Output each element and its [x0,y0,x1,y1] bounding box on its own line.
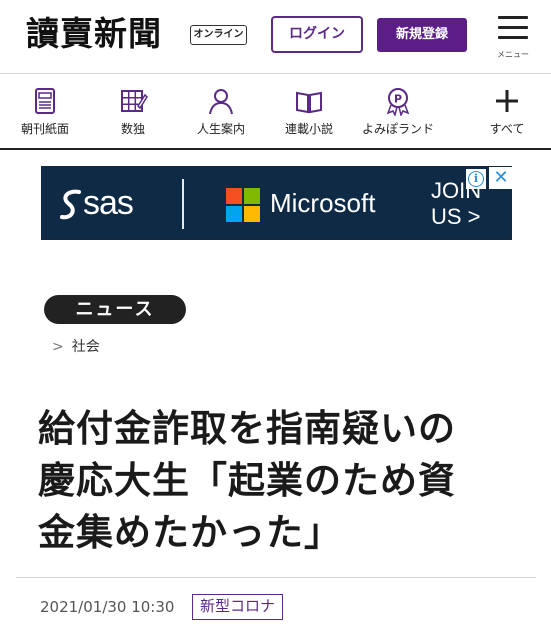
ad-brand-sas: sas [83,184,134,222]
topic-tag[interactable]: 新型コロナ [192,594,284,620]
sas-swirl-logo [60,189,81,220]
hamburger-icon-bar [498,26,528,29]
nav-item-sudoku[interactable]: 数独 [96,75,170,148]
menu-label: メニュー [497,50,529,59]
nav-item-morning-paper[interactable]: 朝刊紙面 [8,75,82,148]
ad-cta-line2: US > [431,204,481,229]
nav-item-all[interactable]: すべて [470,75,544,148]
newspaper-icon [35,88,55,114]
breadcrumb-separator: > [52,339,64,355]
close-icon: ✕ [493,167,509,188]
register-button[interactable]: 新規登録 [377,18,467,52]
hamburger-icon-bar [498,36,528,39]
book-icon [296,91,322,114]
headline-line: 給付金詐取を指南疑いの [38,407,456,450]
breadcrumb: > 社会 [52,336,100,356]
headline-line: 慶応大生「起業のため資 [38,459,456,502]
category-nav: 朝刊紙面 数独 人生案内 連載小説 P よみぽランド すべて [0,75,551,150]
category-label[interactable]: ニュース [44,295,186,324]
ad-info-button[interactable]: i [466,169,486,189]
info-icon: i [468,171,484,187]
login-button[interactable]: ログイン [271,16,363,53]
online-badge: オンライン [190,25,247,45]
site-header: 讀賣新聞 オンライン ログイン 新規登録 メニュー [0,0,551,74]
svg-text:P: P [394,93,402,106]
nav-item-serial-novel[interactable]: 連載小説 [272,75,346,148]
site-logo[interactable]: 讀賣新聞 [26,14,162,54]
menu-button[interactable]: メニュー [492,12,534,62]
ad-divider [182,179,184,229]
nav-label: よみぽランド [361,122,434,136]
nav-item-yomipo-land[interactable]: P よみぽランド [355,75,441,148]
nav-item-life-advice[interactable]: 人生案内 [184,75,258,148]
breadcrumb-item-society[interactable]: 社会 [72,339,100,355]
nav-label: 連載小説 [284,122,333,136]
divider [16,577,536,578]
points-badge-icon: P [386,88,410,116]
microsoft-logo-icon [226,188,260,222]
nav-label: 朝刊紙面 [20,122,69,136]
ad-close-button[interactable]: ✕ [489,167,513,189]
sudoku-grid-icon [121,90,148,112]
publish-datetime: 2021/01/30 10:30 [40,598,175,616]
plus-icon [496,90,518,112]
hamburger-icon [498,16,528,19]
nav-label: 人生案内 [196,122,245,136]
nav-label: すべて [489,122,525,136]
person-icon [209,89,233,115]
ad-brand-microsoft: Microsoft [270,188,376,218]
article-headline: 給付金詐取を指南疑いの 慶応大生「起業のため資 金集めたかった」 [38,403,518,559]
nav-label: 数独 [120,122,145,136]
ad-banner[interactable]: sas Microsoft JOIN US > [41,166,512,240]
headline-line: 金集めたかった」 [38,511,342,554]
